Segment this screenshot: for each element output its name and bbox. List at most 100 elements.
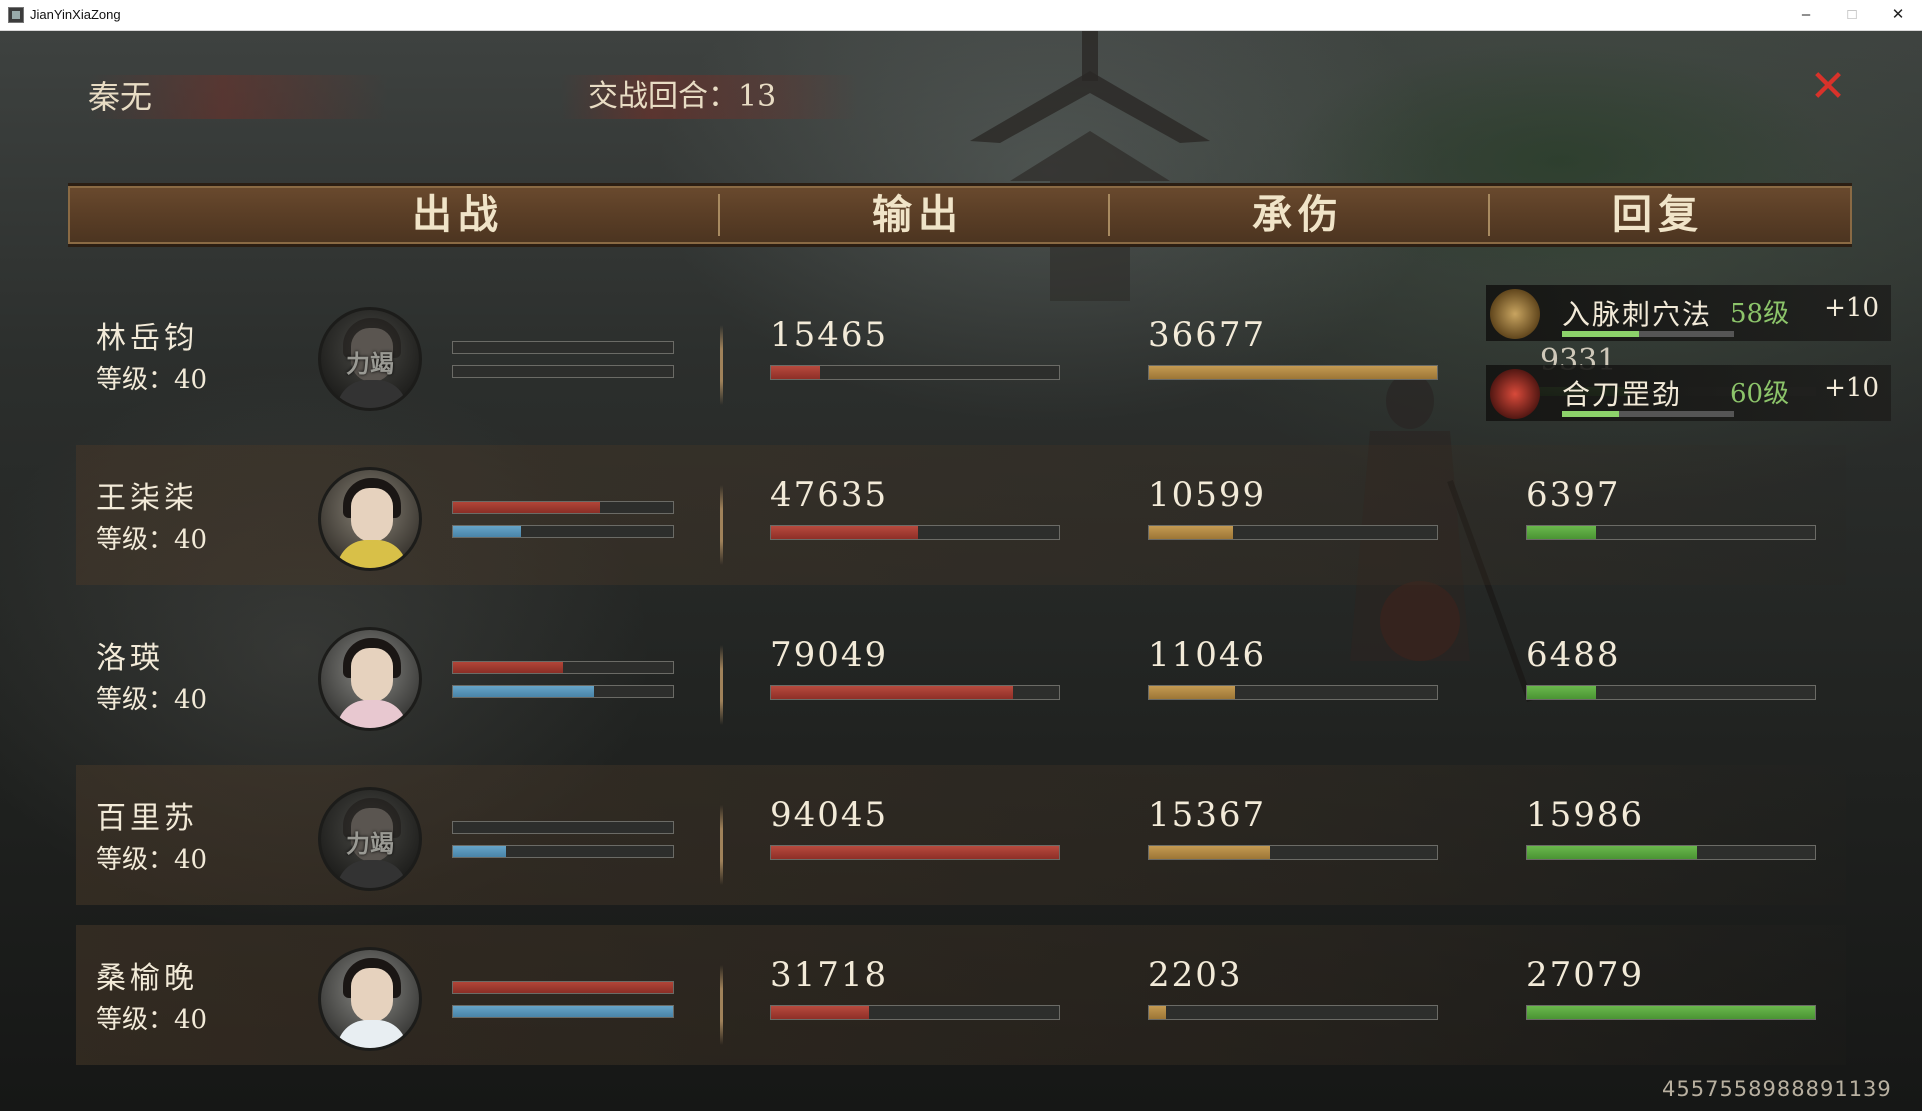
character-name: 百里苏 xyxy=(96,801,198,836)
minimize-button[interactable]: – xyxy=(1784,2,1828,28)
maximize-button[interactable]: □ xyxy=(1830,2,1874,28)
player-name: 秦无 xyxy=(88,75,388,119)
heal-value: 15986 xyxy=(1526,795,1645,835)
heal-bar-fill xyxy=(1527,846,1697,859)
damage-taken-bar xyxy=(1148,845,1438,860)
output-value: 47635 xyxy=(770,475,889,515)
hp-bar-fill xyxy=(453,662,563,673)
heal-bar xyxy=(1526,1005,1816,1020)
stats-header: 出战 输出 承伤 回复 xyxy=(68,183,1852,247)
column-divider xyxy=(720,965,723,1045)
header-divider xyxy=(718,194,720,236)
header-fight: 出战 xyxy=(412,191,504,238)
damage-taken-bar xyxy=(1148,525,1438,540)
character-level: 等级：40 xyxy=(96,525,208,555)
mp-bar xyxy=(452,1005,674,1018)
column-divider xyxy=(720,485,723,565)
heal-bar xyxy=(1526,845,1816,860)
output-value: 31718 xyxy=(770,955,889,995)
damage-taken-value: 10599 xyxy=(1148,475,1267,515)
damage-taken-bar xyxy=(1148,1005,1438,1020)
character-name: 洛瑛 xyxy=(96,641,164,676)
character-row: 洛瑛 等级：40 79049 11046 6488 xyxy=(76,605,1846,745)
character-portrait: 力竭 xyxy=(318,307,422,411)
damage-taken-value: 11046 xyxy=(1148,635,1267,675)
output-bar xyxy=(770,365,1060,380)
hp-bar xyxy=(452,341,674,354)
mp-bar-fill xyxy=(453,846,506,857)
skill-name: 入脉刺穴法 xyxy=(1562,298,1713,331)
exhausted-status: 力竭 xyxy=(346,349,394,378)
skill-progress-fill xyxy=(1562,411,1619,417)
heal-value: 6397 xyxy=(1526,475,1621,515)
mp-bar xyxy=(452,845,674,858)
header-output: 输出 xyxy=(872,191,964,238)
output-bar-fill xyxy=(771,1006,869,1019)
hp-bar xyxy=(452,821,674,834)
damage-taken-bar xyxy=(1148,365,1438,380)
output-bar xyxy=(770,845,1060,860)
character-name: 王柒柒 xyxy=(96,481,198,516)
mp-bar-fill xyxy=(453,526,522,537)
skill-progress-fill xyxy=(1562,331,1640,337)
header-damage-taken: 承伤 xyxy=(1252,191,1344,238)
mp-bar-fill xyxy=(453,1006,673,1017)
damage-taken-bar-fill xyxy=(1149,686,1236,699)
heal-bar xyxy=(1526,685,1816,700)
hp-bar xyxy=(452,501,674,514)
header-heal: 回复 xyxy=(1612,191,1704,238)
character-portrait xyxy=(318,627,422,731)
output-bar xyxy=(770,1005,1060,1020)
window-title: JianYinXiaZong xyxy=(30,7,121,22)
header-divider xyxy=(1488,194,1490,236)
damage-taken-bar-fill xyxy=(1149,1006,1167,1019)
heal-bar-fill xyxy=(1527,686,1597,699)
damage-taken-bar xyxy=(1148,685,1438,700)
character-name: 桑榆晚 xyxy=(96,961,198,996)
damage-taken-bar-fill xyxy=(1149,846,1270,859)
heal-value: 27079 xyxy=(1526,955,1645,995)
character-portrait: 力竭 xyxy=(318,787,422,891)
skill-bonus: +10 xyxy=(1824,373,1879,403)
damage-taken-value: 2203 xyxy=(1148,955,1243,995)
character-level: 等级：40 xyxy=(96,365,208,395)
skill-progress-bar xyxy=(1562,411,1734,417)
battle-round-counter: 交战回合：13 xyxy=(560,75,860,119)
damage-taken-bar-fill xyxy=(1149,366,1437,379)
heal-bar xyxy=(1526,525,1816,540)
damage-taken-value: 15367 xyxy=(1148,795,1267,835)
hp-bar-fill xyxy=(453,502,601,513)
column-divider xyxy=(720,325,723,405)
red-slash-skill-icon xyxy=(1490,369,1540,419)
close-icon[interactable]: ✕ xyxy=(1808,65,1848,109)
column-divider xyxy=(720,805,723,885)
heal-bar-fill xyxy=(1527,1006,1815,1019)
output-bar-fill xyxy=(771,366,820,379)
battle-stats-screen: 秦无 交战回合：13 ✕ 出战 输出 承伤 回复 林岳钧 等级：40 力竭 15… xyxy=(0,31,1922,1111)
damage-taken-bar-fill xyxy=(1149,526,1233,539)
character-portrait xyxy=(318,947,422,1051)
character-level: 等级：40 xyxy=(96,845,208,875)
mp-bar xyxy=(452,365,674,378)
exhausted-status: 力竭 xyxy=(346,829,394,858)
output-value: 94045 xyxy=(770,795,889,835)
hp-bar xyxy=(452,981,674,994)
skill-name: 合刀罡劲 xyxy=(1562,378,1683,411)
character-row: 王柒柒 等级：40 47635 10599 6397 xyxy=(76,445,1846,585)
skill-upgrade-popup: 入脉刺穴法 58级 +10 xyxy=(1486,285,1891,341)
output-value: 15465 xyxy=(770,315,889,355)
skill-progress-bar xyxy=(1562,331,1734,337)
skill-upgrade-popup: 合刀罡劲 60级 +10 xyxy=(1486,365,1891,421)
column-divider xyxy=(720,645,723,725)
character-level: 等级：40 xyxy=(96,1005,208,1035)
window-close-button[interactable]: ✕ xyxy=(1876,2,1920,28)
output-bar-fill xyxy=(771,846,1059,859)
mp-bar xyxy=(452,685,674,698)
character-row: 百里苏 等级：40 力竭 94045 15367 15986 xyxy=(76,765,1846,905)
header-divider xyxy=(1108,194,1110,236)
damage-taken-value: 36677 xyxy=(1148,315,1267,355)
skill-level: 58级 xyxy=(1730,299,1790,329)
heal-bar-fill xyxy=(1527,526,1597,539)
output-bar-fill xyxy=(771,526,918,539)
player-uid: 4557558988891139 xyxy=(1662,1077,1892,1101)
